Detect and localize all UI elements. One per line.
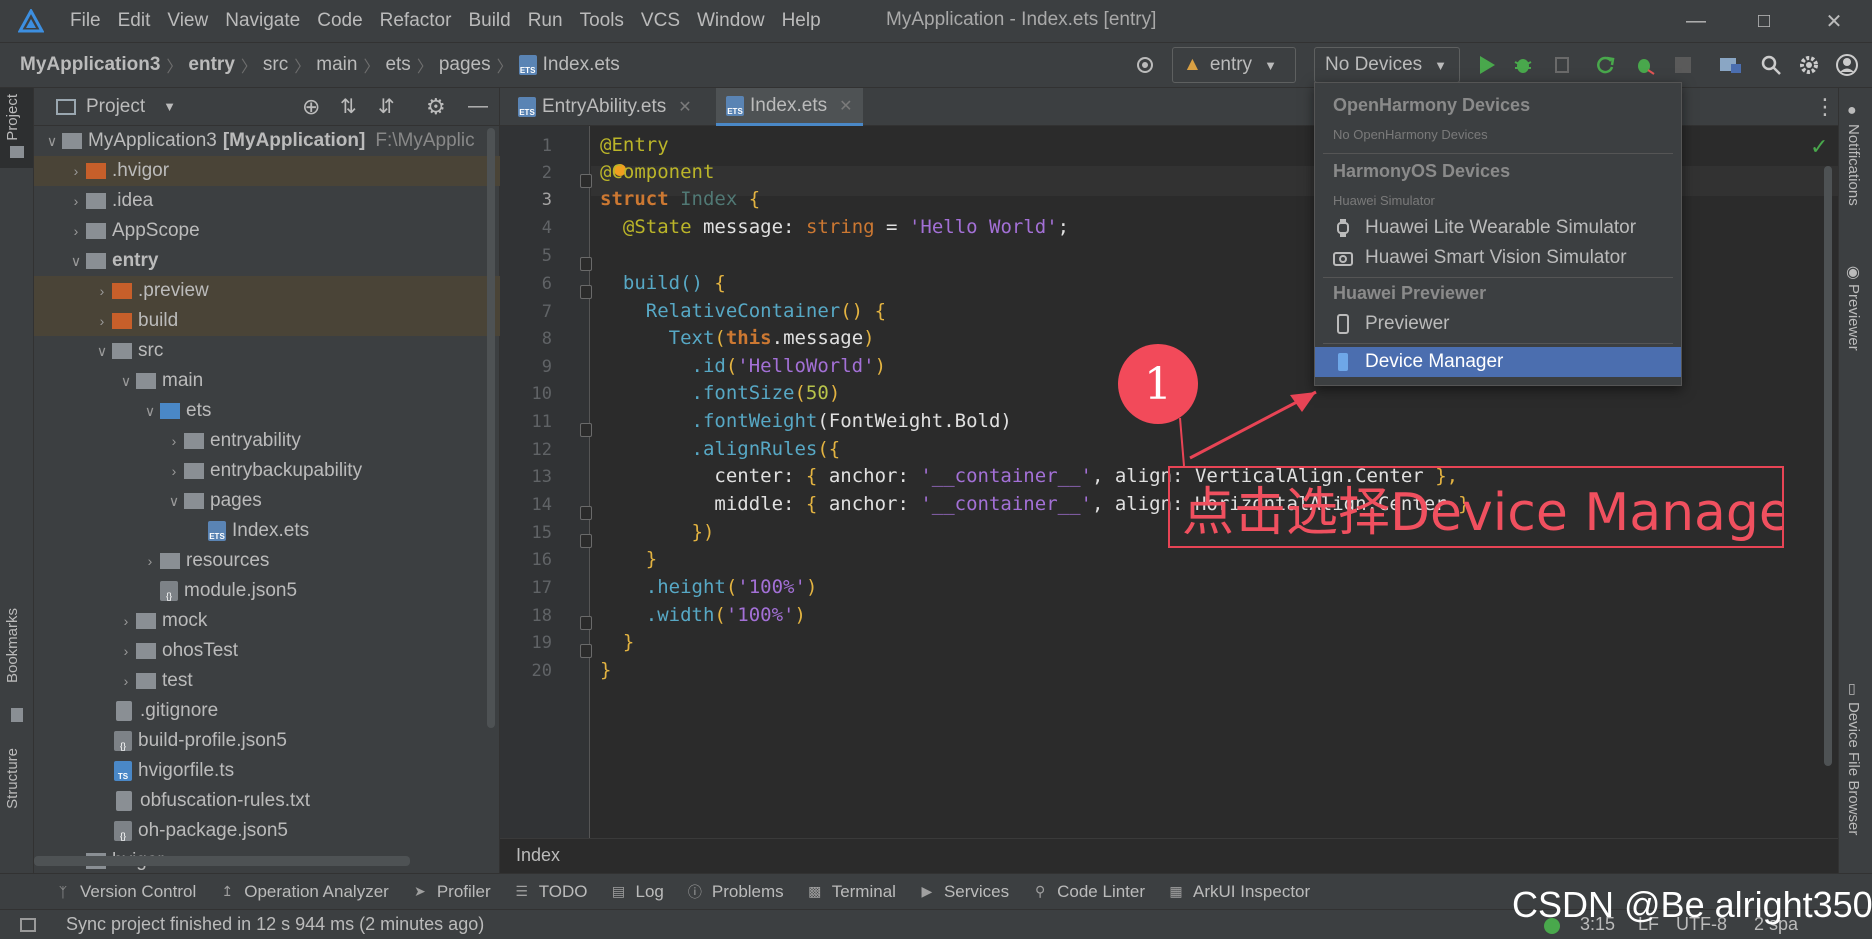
- watermark: CSDN @Be alright350: [1512, 884, 1872, 925]
- annotation-text: 点击选择Device Manager: [1182, 482, 1784, 543]
- annotation-step-badge: 1: [1118, 344, 1198, 424]
- annotation-callout: 点击选择Device Manager: [1168, 466, 1784, 548]
